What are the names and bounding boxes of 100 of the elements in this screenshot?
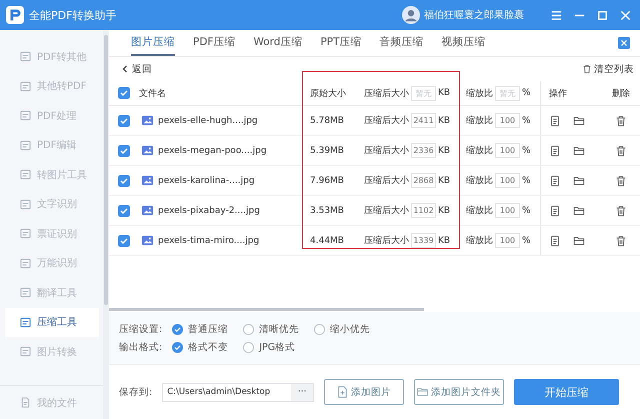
folder-icon[interactable] bbox=[573, 204, 585, 216]
option-label[interactable]: 普通压缩 bbox=[188, 322, 228, 336]
document-icon[interactable] bbox=[549, 204, 561, 216]
clear-list-button[interactable]: 清空列表 bbox=[582, 62, 634, 76]
unit-label: % bbox=[522, 236, 531, 246]
option-label[interactable]: 格式不变 bbox=[188, 340, 228, 354]
add-button[interactable]: 添加图片文件夹 bbox=[414, 379, 504, 405]
trash-icon bbox=[582, 64, 592, 74]
document-icon[interactable] bbox=[549, 174, 561, 186]
unit-label: KB bbox=[438, 88, 450, 98]
row-checkbox[interactable] bbox=[118, 234, 130, 246]
field-label: 缩放比 bbox=[466, 114, 493, 127]
original-size: 4.44MB bbox=[310, 236, 344, 246]
user-name[interactable]: 福伯狂喔寰之郎果脸裹 bbox=[424, 8, 524, 22]
maximize-icon[interactable] bbox=[596, 8, 609, 22]
radio-button[interactable] bbox=[172, 342, 184, 352]
folder-icon[interactable] bbox=[573, 234, 585, 246]
file-name: pexels-karolina-....jpg bbox=[158, 176, 255, 186]
logo-icon bbox=[6, 6, 24, 24]
scale-field[interactable]: 100 bbox=[495, 233, 520, 248]
trash-icon[interactable] bbox=[615, 204, 627, 216]
select-all-checkbox[interactable] bbox=[118, 87, 130, 99]
scale-field[interactable]: 100 bbox=[495, 113, 520, 128]
close-icon[interactable] bbox=[619, 8, 632, 22]
field-label: 缩放比 bbox=[466, 234, 493, 247]
scale-field[interactable]: 暂无 bbox=[495, 86, 520, 100]
trash-icon[interactable] bbox=[615, 114, 627, 126]
tab[interactable]: PDF压缩 bbox=[193, 30, 236, 56]
trash-icon[interactable] bbox=[615, 174, 627, 186]
scale-field[interactable]: 100 bbox=[495, 173, 520, 188]
file-name: pexels-elle-hugh....jpg bbox=[158, 116, 258, 126]
document-icon bbox=[20, 287, 31, 298]
row-checkbox[interactable] bbox=[118, 114, 130, 126]
document-icon bbox=[20, 228, 31, 240]
unit-label: % bbox=[522, 88, 531, 98]
column-header: 原始大小 bbox=[310, 88, 346, 100]
radio-button[interactable] bbox=[314, 324, 326, 334]
row-checkbox[interactable] bbox=[118, 144, 130, 156]
compressed-size-field[interactable]: 1339 bbox=[411, 233, 436, 248]
avatar-icon[interactable] bbox=[402, 6, 420, 24]
tab[interactable]: Word压缩 bbox=[253, 30, 302, 56]
image-file-icon bbox=[141, 144, 154, 157]
add-button[interactable]: 添加图片 bbox=[324, 379, 404, 405]
folder-icon[interactable] bbox=[573, 174, 585, 186]
unit-label: KB bbox=[438, 206, 450, 216]
option-label[interactable]: 清晰优先 bbox=[259, 322, 300, 336]
close-icon[interactable] bbox=[618, 37, 630, 49]
column-header: 压缩后大小 bbox=[364, 88, 409, 100]
unit-label: % bbox=[522, 146, 531, 156]
field-label: 缩放比 bbox=[466, 144, 493, 157]
compressed-size-field[interactable]: 2336 bbox=[411, 143, 436, 158]
folder-icon[interactable] bbox=[573, 114, 585, 126]
app-title: 全能PDF转换助手 bbox=[29, 8, 116, 22]
radio-button[interactable] bbox=[172, 324, 184, 334]
scale-field[interactable]: 100 bbox=[495, 203, 520, 218]
original-size: 5.39MB bbox=[310, 146, 344, 156]
field-label: 压缩后大小 bbox=[364, 204, 409, 217]
tab[interactable]: 视频压缩 bbox=[442, 30, 486, 56]
tab[interactable]: PPT压缩 bbox=[320, 30, 362, 56]
save-label: 保存到: bbox=[119, 386, 152, 398]
trash-icon[interactable] bbox=[615, 234, 627, 246]
setting-label: 压缩设置: bbox=[119, 322, 162, 336]
file-name: pexels-megan-poo....jpg bbox=[158, 146, 267, 156]
compressed-size-field[interactable]: 2411 bbox=[411, 113, 436, 128]
column-header: 删除 bbox=[612, 88, 630, 100]
option-label[interactable]: JPG格式 bbox=[259, 340, 296, 354]
field-label: 缩放比 bbox=[466, 174, 493, 187]
document-icon bbox=[20, 169, 31, 180]
compressed-size-field[interactable]: 暂无 bbox=[411, 86, 436, 100]
row-checkbox[interactable] bbox=[118, 174, 130, 186]
document-icon bbox=[20, 51, 31, 62]
browse-button[interactable]: ··· bbox=[291, 384, 314, 400]
image-file-icon bbox=[141, 234, 154, 247]
tab[interactable]: 图片压缩 bbox=[131, 30, 175, 56]
compressed-size-field[interactable]: 2868 bbox=[411, 173, 436, 188]
unit-label: KB bbox=[438, 146, 450, 156]
tab[interactable]: 音频压缩 bbox=[380, 30, 424, 56]
unit-label: KB bbox=[438, 236, 450, 246]
folder-icon[interactable] bbox=[573, 144, 585, 156]
row-checkbox[interactable] bbox=[118, 204, 130, 216]
sidebar-item[interactable]: 压缩工具 bbox=[5, 308, 99, 337]
scale-field[interactable]: 100 bbox=[495, 143, 520, 158]
start-button[interactable]: 开始压缩 bbox=[514, 379, 620, 405]
document-icon[interactable] bbox=[549, 144, 561, 156]
document-icon bbox=[20, 140, 31, 151]
option-label[interactable]: 缩小优先 bbox=[330, 322, 370, 336]
save-path-field[interactable]: C:\Users\admin\Desktop ··· bbox=[162, 382, 314, 402]
compressed-size-field[interactable]: 1102 bbox=[411, 203, 436, 218]
radio-button[interactable] bbox=[243, 324, 254, 334]
chevron-icon bbox=[121, 65, 129, 73]
back-link[interactable]: 返回 bbox=[121, 62, 152, 76]
menu-icon[interactable] bbox=[550, 8, 563, 22]
field-label: 压缩后大小 bbox=[364, 174, 409, 187]
document-icon[interactable] bbox=[549, 114, 561, 126]
original-size: 3.53MB bbox=[310, 206, 344, 216]
field-label: 压缩后大小 bbox=[364, 234, 409, 247]
radio-button[interactable] bbox=[243, 342, 254, 352]
document-icon bbox=[20, 198, 31, 210]
trash-icon[interactable] bbox=[615, 144, 627, 156]
document-icon[interactable] bbox=[549, 234, 561, 246]
